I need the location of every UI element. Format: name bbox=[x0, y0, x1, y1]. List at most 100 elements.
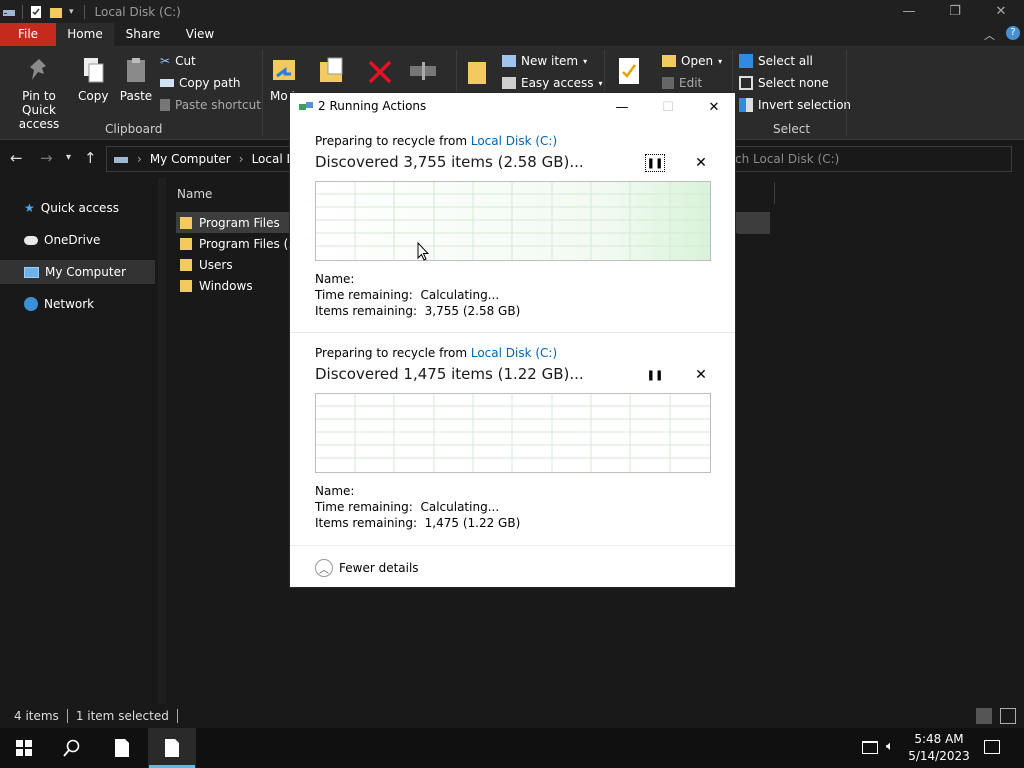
pin-quick-access-button[interactable]: Pin to Quick access bbox=[4, 56, 74, 131]
close-icon: ✕ bbox=[695, 367, 707, 383]
close-window-button[interactable]: ✕ bbox=[978, 0, 1024, 23]
cut-button[interactable]: ✂ Cut bbox=[160, 51, 196, 71]
tab-home[interactable]: Home bbox=[56, 23, 114, 46]
new-item-icon bbox=[502, 55, 516, 67]
dialog-title: 2 Running Actions bbox=[318, 99, 427, 113]
network-icon bbox=[24, 297, 38, 311]
mouse-cursor-icon bbox=[417, 242, 429, 261]
copy-label: Copy bbox=[78, 89, 109, 103]
select-all-label: Select all bbox=[758, 54, 813, 68]
copy-progress-icon bbox=[299, 102, 313, 110]
operation-source-link[interactable]: Local Disk (C:) bbox=[471, 346, 557, 360]
progress-graph-canvas bbox=[316, 182, 710, 260]
taskbar-app-document[interactable] bbox=[98, 728, 146, 768]
search-button[interactable] bbox=[48, 728, 96, 768]
open-label: Open bbox=[681, 54, 714, 68]
nav-item-label: Network bbox=[44, 297, 95, 311]
tab-view[interactable]: View bbox=[172, 23, 228, 46]
network-tray-icon[interactable] bbox=[862, 741, 878, 754]
easy-access-button[interactable]: Easy access ▾ bbox=[502, 73, 603, 93]
cut-label: Cut bbox=[175, 54, 196, 68]
qat-dropdown-icon[interactable]: ▾ bbox=[69, 7, 74, 17]
paste-shortcut-button[interactable]: Paste shortcut bbox=[160, 95, 261, 115]
drive-icon bbox=[3, 9, 15, 16]
operation-source: Preparing to recycle from Local Disk (C:… bbox=[315, 346, 557, 360]
fewer-details-button[interactable]: ︿ Fewer details bbox=[315, 559, 419, 577]
pause-icon: ❚❚ bbox=[646, 369, 664, 381]
properties-icon[interactable] bbox=[29, 5, 43, 19]
clock[interactable]: 5:48 AM 5/14/2023 bbox=[904, 731, 974, 765]
column-header-name[interactable]: Name bbox=[177, 187, 212, 201]
cancel-operation-button[interactable]: ✕ bbox=[692, 366, 710, 384]
start-button[interactable] bbox=[0, 728, 48, 768]
open-icon bbox=[662, 55, 676, 67]
nav-pane-scrollbar[interactable] bbox=[158, 178, 166, 704]
progress-graph bbox=[315, 393, 711, 473]
breadcrumb-my-computer[interactable]: My Computer bbox=[150, 152, 231, 166]
new-folder-large-icon[interactable] bbox=[466, 58, 488, 86]
easy-access-icon bbox=[502, 77, 516, 89]
minimize-button[interactable]: — bbox=[886, 0, 932, 23]
paste-shortcut-label: Paste shortcut bbox=[175, 98, 261, 112]
status-divider bbox=[176, 709, 178, 723]
running-actions-dialog: 2 Running Actions — ☐ ✕ Preparing to rec… bbox=[289, 92, 736, 588]
collapse-ribbon-icon[interactable]: ︿ bbox=[984, 27, 995, 43]
notifications-icon[interactable] bbox=[984, 740, 1000, 754]
new-folder-icon[interactable] bbox=[49, 5, 63, 19]
details-view-icon[interactable] bbox=[976, 708, 992, 724]
select-all-button[interactable]: Select all bbox=[739, 51, 813, 71]
maximize-button[interactable]: ❐ bbox=[932, 0, 978, 23]
nav-item-network[interactable]: Network bbox=[0, 292, 155, 316]
folder-icon bbox=[180, 216, 192, 229]
nav-item-onedrive[interactable]: OneDrive bbox=[0, 228, 155, 252]
copy-button[interactable]: Copy bbox=[78, 56, 108, 103]
volume-icon[interactable]: 🔈︎ bbox=[886, 739, 894, 754]
tab-file[interactable]: File bbox=[0, 23, 56, 46]
tab-share[interactable]: Share bbox=[114, 23, 172, 46]
column-divider[interactable] bbox=[774, 182, 775, 204]
pause-button[interactable]: ❚❚ bbox=[645, 366, 665, 384]
clock-time: 5:48 AM bbox=[914, 732, 964, 746]
dialog-close-button[interactable]: ✕ bbox=[691, 93, 737, 121]
operation-items-row: Items remaining: 1,475 (1.22 GB) bbox=[315, 516, 520, 530]
ribbon-divider bbox=[846, 50, 847, 136]
copy-path-button[interactable]: Copy path bbox=[160, 73, 241, 93]
new-item-button[interactable]: New item ▾ bbox=[502, 51, 587, 71]
recent-locations-icon[interactable]: ▾ bbox=[66, 152, 71, 163]
computer-icon bbox=[24, 266, 39, 278]
invert-selection-button[interactable]: Invert selection bbox=[739, 95, 851, 115]
file-name: Program Files bbox=[199, 215, 280, 230]
pause-button[interactable]: ❚❚ bbox=[645, 154, 665, 172]
dialog-minimize-button[interactable]: — bbox=[599, 93, 645, 121]
operation-divider bbox=[290, 332, 735, 333]
operation-headline: Discovered 1,475 items (1.22 GB)... bbox=[315, 365, 584, 383]
search-input[interactable]: ch Local Disk (C:) bbox=[726, 146, 1012, 172]
paste-button[interactable]: Paste bbox=[118, 56, 154, 103]
nav-item-my-computer[interactable]: My Computer bbox=[0, 260, 155, 284]
items-remaining-value: 1,475 (1.22 GB) bbox=[424, 516, 521, 530]
qat-divider bbox=[83, 4, 85, 19]
delete-icon[interactable] bbox=[366, 58, 394, 86]
clock-date: 5/14/2023 bbox=[908, 749, 970, 763]
operation-name-row: Name: bbox=[315, 272, 354, 286]
document-icon bbox=[165, 739, 179, 757]
properties-large-icon[interactable] bbox=[616, 56, 644, 86]
operation-source: Preparing to recycle from Local Disk (C:… bbox=[315, 134, 557, 148]
operation-source-link[interactable]: Local Disk (C:) bbox=[471, 134, 557, 148]
easy-access-label: Easy access bbox=[521, 76, 594, 90]
file-name: Users bbox=[199, 257, 233, 272]
select-none-button[interactable]: Select none bbox=[739, 73, 829, 93]
forward-arrow-icon[interactable]: → bbox=[40, 149, 53, 167]
nav-item-quick-access[interactable]: ★ Quick access bbox=[0, 196, 155, 220]
rename-icon[interactable] bbox=[408, 60, 440, 82]
operation-time-row: Time remaining: Calculating... bbox=[315, 500, 499, 514]
up-arrow-icon[interactable]: ↑ bbox=[84, 149, 97, 167]
help-icon[interactable]: ? bbox=[1006, 26, 1020, 40]
taskbar-app-explorer[interactable] bbox=[148, 728, 196, 768]
open-button[interactable]: Open ▾ bbox=[662, 51, 722, 71]
copy-to-icon[interactable] bbox=[318, 56, 346, 86]
back-arrow-icon[interactable]: ← bbox=[10, 149, 23, 167]
cancel-operation-button[interactable]: ✕ bbox=[692, 154, 710, 172]
large-icons-view-icon[interactable] bbox=[1000, 708, 1016, 724]
edit-button[interactable]: Edit bbox=[662, 73, 702, 93]
